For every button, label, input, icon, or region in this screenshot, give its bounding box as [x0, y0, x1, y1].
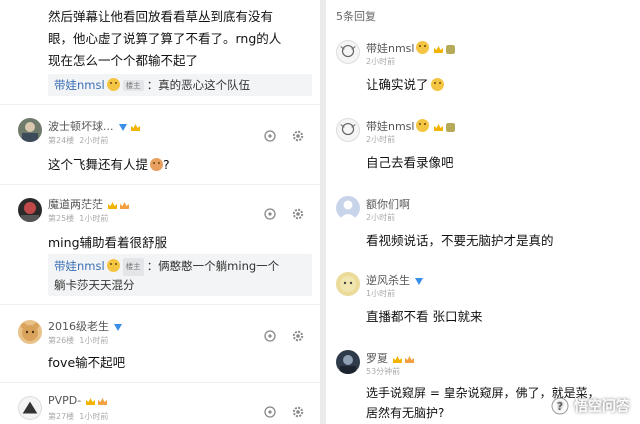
crown-badge-icon — [108, 201, 117, 209]
time: 1小时前 — [366, 289, 396, 298]
watermark-text: 悟空问答 — [574, 399, 630, 415]
emoji-icon — [106, 78, 120, 91]
svg-text:?: ? — [557, 400, 563, 413]
comment-item: PVPD- 第27楼 1小时前 — [0, 388, 320, 424]
reply-text: 看视频说话，不要无脑护才是真的 — [366, 233, 554, 248]
avatar[interactable] — [336, 118, 360, 142]
divider — [0, 184, 320, 185]
reply-author[interactable]: 带娃nmsl — [54, 259, 105, 273]
time: 2小时前 — [366, 213, 396, 222]
crown-badge-icon — [120, 201, 129, 209]
verified-badge-icon — [415, 277, 423, 285]
comment-text: fove输不起吧 — [48, 355, 126, 370]
reply-preview[interactable]: 带娃nmsl 楼主 ：真的恶心这个队伍 — [48, 74, 312, 96]
reply-text: 居然有无脑护? — [366, 406, 445, 420]
emoji-icon — [106, 259, 120, 272]
share-icon[interactable] — [264, 406, 276, 418]
reply-text: 直播都不看 张口就来 — [366, 309, 483, 324]
avatar[interactable] — [18, 198, 42, 222]
avatar[interactable] — [336, 272, 360, 296]
comment-text: 这个飞舞还有人提? — [48, 157, 170, 172]
username[interactable]: 2016级老生 — [48, 318, 123, 334]
gear-icon[interactable] — [292, 208, 304, 220]
wukong-logo-icon: ? — [551, 397, 569, 415]
reply-thread-panel: 5条回复 带娃nmsl 2小时前 让确实说了 带娃nmsl 2小时前 自己去看录… — [326, 0, 640, 424]
comment-item: 魔道两茫茫 第25楼 1小时前 ming辅助看着很舒服 带娃nmsl 楼主 ：俩憨憨… — [0, 190, 320, 298]
share-icon[interactable] — [264, 208, 276, 220]
comment-text: ming辅助看着很舒服 — [48, 235, 168, 250]
avatar[interactable] — [18, 320, 42, 344]
reply-item: 带娃nmsl 2小时前 自己去看录像吧 — [326, 112, 640, 178]
comment-text-line: 现在怎么一个个都输不起了 — [48, 53, 199, 68]
crown-badge-icon — [98, 397, 108, 405]
reply-count-header: 5条回复 — [336, 10, 376, 23]
watermark: ? 悟空问答 — [550, 396, 630, 416]
comment-item: 2016级老生 第26楼 1小时前 fove输不起吧 — [0, 312, 320, 378]
floor-and-time: 第24楼 2小时前 — [48, 136, 109, 145]
gear-icon[interactable] — [292, 406, 304, 418]
username[interactable]: PVPD- — [48, 394, 108, 407]
avatar[interactable] — [336, 40, 360, 64]
time: 2小时前 — [366, 135, 396, 144]
avatar[interactable] — [336, 196, 360, 220]
reply-item: 带娃nmsl 2小时前 让确实说了 — [326, 34, 640, 100]
crown-badge-icon — [446, 122, 456, 132]
comment-text-line: 眼，他心虚了说算了算了不看了。rng的人 — [48, 31, 282, 46]
avatar[interactable] — [336, 350, 360, 374]
op-tag: 楼主 — [122, 80, 144, 91]
reply-item: 逆风杀生 1小时前 直播都不看 张口就来 — [326, 266, 640, 332]
gear-icon[interactable] — [292, 330, 304, 342]
reply-item: 额你们啊 2小时前 看视频说话，不要无脑护才是真的 — [326, 190, 640, 256]
username[interactable]: 额你们啊 — [366, 196, 410, 212]
reply-text: 自己去看录像吧 — [366, 155, 454, 170]
reply-text: ：真的恶心这个队伍 — [146, 78, 251, 92]
floor-and-time: 第25楼 1小时前 — [48, 214, 109, 223]
comment-list-panel: 然后弹幕让他看回放看看草丛到底有没有 眼，他心虚了说算了算了不看了。rng的人 … — [0, 0, 320, 424]
share-icon[interactable] — [264, 130, 276, 142]
crown-badge-icon — [434, 45, 444, 53]
emoji-icon — [416, 41, 430, 54]
username[interactable]: 罗夏 — [366, 350, 414, 366]
floor-and-time: 第26楼 1小时前 — [48, 336, 109, 345]
crown-badge-icon — [434, 123, 444, 131]
verified-badge-icon — [118, 123, 127, 131]
verified-badge-icon — [114, 323, 122, 331]
crown-badge-icon — [446, 44, 456, 54]
avatar[interactable] — [18, 396, 42, 420]
time: 2小时前 — [366, 57, 396, 66]
divider — [0, 382, 320, 383]
share-icon[interactable] — [264, 330, 276, 342]
divider — [0, 104, 320, 105]
username[interactable]: 逆风杀生 — [366, 272, 424, 288]
crown-badge-icon — [86, 397, 96, 405]
emoji-icon — [416, 119, 430, 132]
reply-text: 躺卡莎天天混分 — [54, 278, 135, 292]
username[interactable]: 带娃nmsl — [366, 40, 456, 56]
reply-preview[interactable]: 带娃nmsl 楼主 ：俩憨憨一个躺ming一个 躺卡莎天天混分 — [48, 254, 312, 296]
avatar[interactable] — [18, 118, 42, 142]
comment-item: 波士顿坏球... 第24楼 2小时前 这个飞舞还有人提? — [0, 112, 320, 180]
comment-text-line: 然后弹幕让他看回放看看草丛到底有没有 — [48, 9, 274, 24]
crown-badge-icon — [405, 355, 414, 363]
reply-text: 让确实说了 — [366, 74, 444, 93]
username[interactable]: 带娃nmsl — [366, 118, 456, 134]
username[interactable]: 魔道两茫茫 — [48, 196, 129, 212]
emoji-icon — [430, 78, 444, 91]
floor-and-time: 第27楼 1小时前 — [48, 412, 109, 421]
username[interactable]: 波士顿坏球... — [48, 118, 140, 134]
reply-text: ：俩憨憨一个躺ming一个 — [146, 259, 280, 273]
reply-author[interactable]: 带娃nmsl — [54, 78, 105, 92]
time: 53分钟前 — [366, 367, 401, 376]
crown-badge-icon — [130, 123, 140, 131]
op-tag: 楼主 — [122, 258, 144, 276]
crown-badge-icon — [393, 355, 402, 363]
emoji-icon — [150, 158, 164, 171]
gear-icon[interactable] — [292, 130, 304, 142]
divider — [0, 304, 320, 305]
